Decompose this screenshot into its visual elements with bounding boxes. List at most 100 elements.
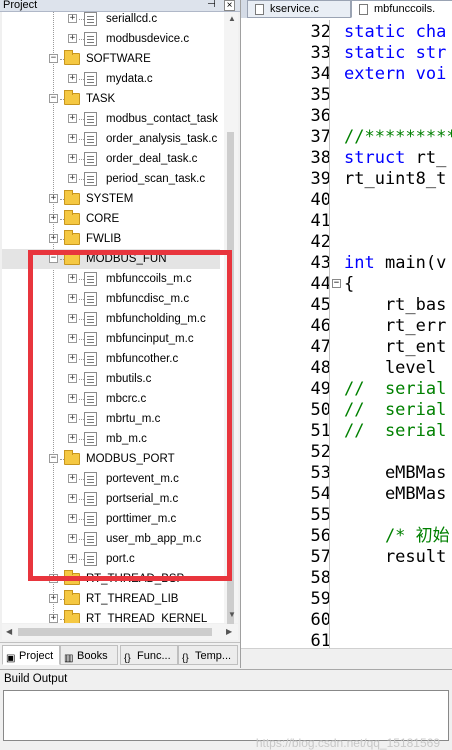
- tab-label: Project: [19, 650, 54, 662]
- tree-file-period-scan-task-c[interactable]: + period_scan_task.c: [2, 169, 224, 189]
- code-line[interactable]: // serial: [344, 421, 446, 442]
- code-line[interactable]: rt_ent: [344, 337, 446, 358]
- scroll-right-icon[interactable]: ▶: [226, 627, 232, 636]
- tree-folder-task[interactable]: − TASK: [2, 89, 224, 109]
- expand-icon[interactable]: +: [68, 154, 77, 163]
- code-line[interactable]: level: [344, 358, 436, 379]
- tree-file-seriallcd-c[interactable]: + seriallcd.c: [2, 12, 224, 29]
- expand-icon[interactable]: +: [68, 114, 77, 123]
- folder-icon: [64, 610, 80, 623]
- code-line[interactable]: /* 初始: [344, 526, 450, 547]
- scroll-up-icon[interactable]: ▲: [228, 14, 236, 23]
- hscroll-thumb[interactable]: [18, 628, 212, 636]
- line-number: 46: [310, 316, 331, 336]
- code-token: rt_bas: [344, 295, 447, 315]
- tree-folder-core[interactable]: + CORE: [2, 209, 224, 229]
- code-line[interactable]: // serial: [344, 400, 446, 421]
- tree-file-modbus-contact-task[interactable]: + modbus_contact_task: [2, 109, 224, 129]
- tab-kservice[interactable]: kservice.c: [247, 0, 351, 18]
- line-number: 53: [310, 463, 331, 483]
- line-number: 60: [310, 610, 331, 630]
- tree-file-order-analysis-task-c[interactable]: + order_analysis_task.c: [2, 129, 224, 149]
- line-number: 41: [310, 211, 331, 231]
- pin-icon[interactable]: ⊣: [206, 0, 217, 11]
- tree-folder-rt-thread-lib[interactable]: + RT_THREAD_LIB: [2, 589, 224, 609]
- tree-folder-rt-thread-kernel[interactable]: + RT_THREAD_KERNEL: [2, 609, 224, 623]
- code-token: //*********: [344, 127, 452, 147]
- code-token: struct: [344, 148, 406, 168]
- code-line[interactable]: static str: [344, 43, 446, 64]
- expand-icon[interactable]: +: [49, 234, 58, 243]
- code-line[interactable]: {: [344, 274, 354, 295]
- line-number: 56: [310, 526, 331, 546]
- tree-item-label: order_analysis_task.c: [106, 133, 218, 145]
- folder-icon: [64, 230, 80, 245]
- c-file-icon: [84, 172, 97, 186]
- code-editor[interactable]: kservice.c mbfunccoils. 32 33 34 35 36 37 38 39…: [240, 0, 452, 668]
- tab-label: Func...: [137, 650, 171, 662]
- line-number: 57: [310, 547, 331, 567]
- code-line[interactable]: // serial: [344, 379, 446, 400]
- line-number: 55: [310, 505, 331, 525]
- tab-project[interactable]: ▣ Project: [2, 645, 60, 665]
- build-output-text[interactable]: https://blog.csdn.net/qq_15181569: [3, 690, 449, 750]
- tree-item-label: period_scan_task.c: [106, 173, 206, 185]
- expand-icon[interactable]: +: [68, 74, 77, 83]
- tree-file-mydata-c[interactable]: + mydata.c: [2, 69, 224, 89]
- expand-icon[interactable]: +: [49, 614, 58, 623]
- tab-books[interactable]: ▥ Books: [60, 645, 118, 665]
- tree-item-label: seriallcd.c: [106, 13, 158, 25]
- editor-horizontal-scrollbar[interactable]: [241, 648, 452, 668]
- folder-icon: [64, 210, 80, 225]
- line-number: 40: [310, 190, 331, 210]
- code-line[interactable]: rt_err: [344, 316, 446, 337]
- tab-mbfunccoils[interactable]: mbfunccoils.: [351, 0, 452, 18]
- close-icon[interactable]: ×: [224, 0, 235, 11]
- tree-folder-fwlib[interactable]: + FWLIB: [2, 229, 224, 249]
- code-line[interactable]: rt_uint8_t: [344, 169, 446, 190]
- books-icon: ▥: [64, 653, 74, 664]
- tree-file-order-deal-task-c[interactable]: + order_deal_task.c: [2, 149, 224, 169]
- code-line[interactable]: extern voi: [344, 64, 446, 85]
- code-token: {: [344, 274, 355, 294]
- expand-icon[interactable]: +: [68, 14, 77, 23]
- code-line[interactable]: rt_bas: [344, 295, 446, 316]
- expand-icon[interactable]: +: [68, 34, 77, 43]
- expand-icon[interactable]: +: [49, 194, 58, 203]
- tree-item-label: RT_THREAD_LIB: [86, 593, 179, 605]
- line-number: 59: [310, 589, 331, 609]
- tree-file-modbusdevice-c[interactable]: + modbusdevice.c: [2, 29, 224, 49]
- code-line[interactable]: eMBMas: [344, 463, 446, 484]
- collapse-icon[interactable]: −: [49, 94, 58, 103]
- line-number: 44: [310, 274, 331, 294]
- code-line[interactable]: eMBMas: [344, 484, 446, 505]
- c-file-icon: [84, 12, 97, 26]
- c-file-icon: [84, 112, 97, 126]
- code-token: // serial: [344, 379, 447, 399]
- code-line[interactable]: result: [344, 547, 446, 568]
- tab-temp[interactable]: {} Temp...: [178, 645, 238, 665]
- editor-tab-bar: kservice.c mbfunccoils.: [241, 0, 452, 18]
- line-number: 43: [310, 253, 331, 273]
- expand-icon[interactable]: +: [68, 174, 77, 183]
- c-file-icon: [84, 132, 97, 146]
- line-number: 48: [310, 358, 331, 378]
- scroll-left-icon[interactable]: ◀: [6, 627, 12, 636]
- code-line[interactable]: struct rt_: [344, 148, 446, 169]
- fold-toggle-icon[interactable]: −: [332, 279, 341, 288]
- collapse-icon[interactable]: −: [49, 54, 58, 63]
- code-token: extern voi: [344, 64, 447, 84]
- tab-func[interactable]: {} Func...: [120, 645, 178, 665]
- scroll-down-icon[interactable]: ▼: [228, 610, 236, 619]
- expand-icon[interactable]: +: [49, 214, 58, 223]
- code-line[interactable]: //*********: [344, 127, 452, 148]
- highlight-box: [28, 250, 232, 581]
- code-line[interactable]: static cha: [344, 22, 446, 43]
- expand-icon[interactable]: +: [68, 134, 77, 143]
- tree-folder-system[interactable]: + SYSTEM: [2, 189, 224, 209]
- tree-folder-software[interactable]: − SOFTWARE: [2, 49, 224, 69]
- tree-horizontal-scrollbar[interactable]: ◀ ▶: [2, 624, 238, 640]
- expand-icon[interactable]: +: [49, 594, 58, 603]
- code-line[interactable]: int main(v: [344, 253, 446, 274]
- tree-item-label: mydata.c: [106, 73, 153, 85]
